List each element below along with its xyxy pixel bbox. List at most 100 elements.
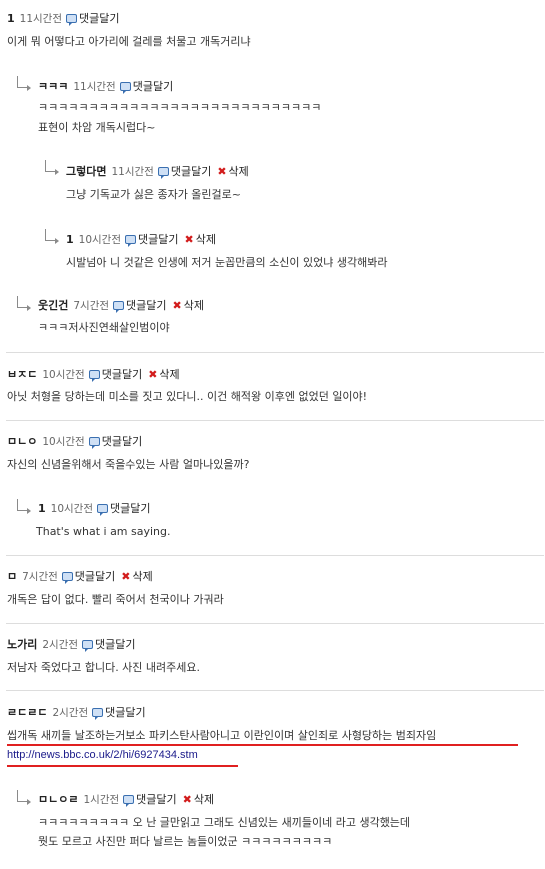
comment-divider	[6, 420, 544, 421]
delete-x-icon: ✖	[172, 298, 182, 312]
reply-button[interactable]: 댓글달기	[88, 433, 142, 449]
comment-bubble-icon	[123, 794, 135, 807]
comment-time: 10시간전	[50, 502, 93, 515]
delete-button[interactable]: ✖ 삭제	[121, 568, 152, 584]
comment-author: ㅁㄴㅇ	[7, 435, 38, 448]
comment-author: 노가리	[7, 638, 38, 651]
comment-meta: ㅁㄴㅇㄹ 1시간전 댓글달기 ✖ 삭제	[38, 791, 214, 807]
comment-time: 2시간전	[42, 638, 79, 651]
comment-author: ㅋㅋㅋ	[38, 80, 69, 93]
comment-bubble-icon	[157, 166, 169, 179]
comment-meta: 그렇다면 11시간전 댓글달기 ✖ 삭제	[66, 163, 249, 179]
comment-author: ㄹㄷㄹㄷ	[7, 706, 48, 719]
comment-body: 개독은 답이 없다. 빨리 죽어서 천국이나 가궈라	[7, 593, 224, 606]
reply-button[interactable]: 댓글달기	[123, 791, 177, 807]
comment-meta: ㄹㄷㄹㄷ 2시간전 댓글달기	[7, 704, 152, 720]
comment-bubble-icon	[119, 81, 131, 94]
comment-author: 웃긴건	[38, 299, 69, 312]
reply-arrow-icon	[45, 160, 59, 175]
delete-x-icon: ✖	[182, 792, 192, 806]
delete-x-icon: ✖	[121, 569, 131, 583]
comment-author: ㅁ	[7, 570, 18, 583]
comment-divider	[6, 690, 544, 691]
comment-body: ㅋㅋㅋ저사진연쇄살인범이야	[38, 321, 170, 334]
reply-arrow-icon	[45, 229, 59, 244]
delete-x-icon: ✖	[148, 367, 158, 381]
comment-author: 1	[66, 232, 74, 246]
reply-button[interactable]: 댓글달기	[88, 366, 142, 382]
comment-bubble-icon	[88, 369, 100, 382]
comment-author: 1	[38, 501, 46, 515]
comment-author: 그렇다면	[66, 165, 107, 178]
red-underline	[7, 765, 238, 767]
reply-button[interactable]: 댓글달기	[125, 231, 178, 247]
comment-time: 11시간전	[73, 80, 116, 93]
delete-button[interactable]: ✖ 삭제	[183, 791, 214, 807]
comment-meta: ㅁ 7시간전 댓글달기 ✖ 삭제	[7, 568, 153, 584]
reply-button[interactable]: 댓글달기	[82, 636, 136, 652]
reply-arrow-icon	[17, 790, 31, 805]
comment-meta: ㅋㅋㅋ 11시간전 댓글달기	[38, 78, 179, 94]
comment-time: 10시간전	[42, 368, 85, 381]
reply-arrow-icon	[17, 76, 31, 91]
comment-author: ㅁㄴㅇㄹ	[38, 793, 79, 806]
comment-time: 11시간전	[19, 12, 62, 25]
delete-button[interactable]: ✖ 삭제	[148, 366, 179, 382]
comment-body: ㅋㅋㅋㅋㅋㅋㅋㅋㅋ 오 난 글만읽고 그래도 신념있는 새끼들이네 라고 생각했…	[38, 816, 411, 829]
comment-meta: 1 10시간전 댓글달기 ✖ 삭제	[66, 231, 216, 247]
comment-bubble-icon	[92, 707, 104, 720]
comment-body: 이게 뭐 어떻다고 아가리에 걸레를 처물고 개독거리냐	[7, 35, 251, 48]
reply-button[interactable]: 댓글달기	[113, 297, 167, 313]
comment-divider	[6, 555, 544, 556]
comment-bubble-icon	[88, 436, 100, 449]
comment-bubble-icon	[61, 571, 73, 584]
comment-divider	[6, 623, 544, 624]
comment-body: That's what i am saying.	[36, 525, 171, 538]
comment-author: 1	[7, 11, 15, 25]
comment-author: ㅂㅈㄷ	[7, 368, 38, 381]
comment-time: 11시간전	[111, 165, 154, 178]
comment-bubble-icon	[97, 503, 108, 516]
reply-button[interactable]: 댓글달기	[66, 10, 119, 26]
comment-bubble-icon	[125, 234, 136, 247]
delete-button[interactable]: ✖ 삭제	[173, 297, 204, 313]
comment-body: 표현이 차암 개독시럽다~	[38, 121, 156, 134]
delete-x-icon: ✖	[184, 232, 194, 246]
reply-button[interactable]: 댓글달기	[157, 163, 211, 179]
comment-divider	[6, 352, 544, 353]
delete-button[interactable]: ✖ 삭제	[217, 163, 248, 179]
delete-x-icon: ✖	[217, 164, 227, 178]
comment-bubble-icon	[113, 300, 125, 313]
comment-body: 그냥 기독교가 싫은 종자가 올린걸로~	[66, 188, 242, 201]
reply-button[interactable]: 댓글달기	[97, 500, 150, 516]
comment-time: 1시간전	[83, 793, 120, 806]
reply-arrow-icon	[17, 296, 31, 311]
delete-button[interactable]: ✖ 삭제	[184, 231, 215, 247]
comment-body: ㅋㅋㅋㅋㅋㅋㅋㅋㅋㅋㅋㅋㅋㅋㅋㅋㅋㅋㅋㅋㅋㅋㅋㅋㅋㅋㅋㅋ	[38, 101, 322, 114]
reply-button[interactable]: 댓글달기	[61, 568, 115, 584]
comment-time: 10시간전	[78, 233, 121, 246]
comment-body: 자신의 신념을위해서 죽을수있는 사람 얼마나있을까?	[7, 458, 250, 471]
comment-meta: 1 11시간전 댓글달기	[7, 10, 125, 26]
comment-time: 7시간전	[22, 570, 58, 583]
comment-time: 10시간전	[42, 435, 85, 448]
reply-arrow-icon	[17, 499, 31, 514]
comment-body: 시발넘아 니 것같은 인생에 저거 눈꼽만큼의 소신이 있었냐 생각해봐라	[66, 256, 388, 269]
comment-bubble-icon	[82, 639, 94, 652]
comment-body: 저남자 죽었다고 합니다. 사진 내려주세요.	[7, 661, 201, 674]
comment-meta: ㅂㅈㄷ 10시간전 댓글달기 ✖ 삭제	[7, 366, 180, 382]
bbc-news-link[interactable]: http://news.bbc.co.uk/2/hi/6927434.stm	[7, 749, 198, 761]
comment-time: 7시간전	[73, 299, 110, 312]
comment-meta: 1 10시간전 댓글달기	[38, 500, 156, 516]
reply-button[interactable]: 댓글달기	[119, 78, 173, 94]
comment-body: 씹개독 새끼들 날조하는거보소 파키스탄사람아니고 이란인이며 살인죄로 사형당…	[7, 729, 437, 742]
comment-link-line: http://news.bbc.co.uk/2/hi/6927434.stm	[7, 745, 198, 765]
comment-body: 아닛 처형을 당하는데 미소를 짓고 있다니.. 이건 해적왕 이후엔 없었던 …	[7, 390, 368, 403]
comment-meta: 웃긴건 7시간전 댓글달기 ✖ 삭제	[38, 297, 204, 313]
comment-time: 2시간전	[52, 706, 89, 719]
comment-meta: 노가리 2시간전 댓글달기	[7, 636, 142, 652]
comment-body: 뭣도 모르고 사진만 퍼다 날르는 놈들이었군 ㅋㅋㅋㅋㅋㅋㅋㅋㅋ	[38, 835, 333, 848]
comment-bubble-icon	[66, 13, 77, 26]
comment-meta: ㅁㄴㅇ 10시간전 댓글달기	[7, 433, 148, 449]
reply-button[interactable]: 댓글달기	[92, 704, 146, 720]
